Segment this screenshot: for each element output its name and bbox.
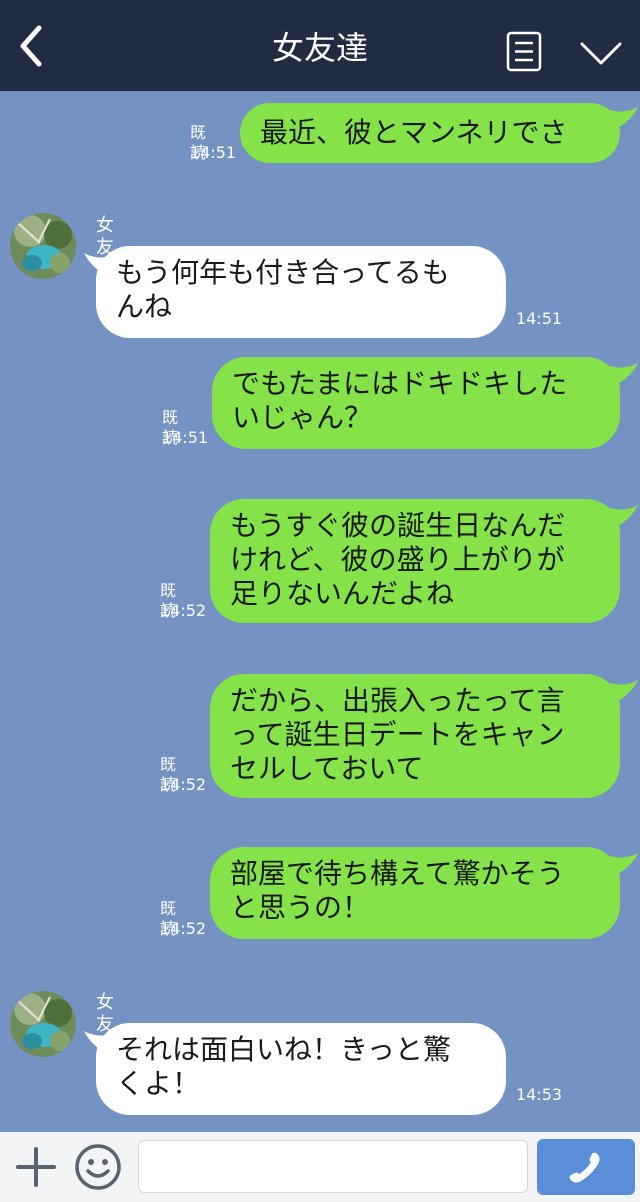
- message-bubble[interactable]: それは面白いね！きっと驚 くよ！: [96, 1023, 506, 1115]
- phone-icon: [569, 1152, 600, 1183]
- chat-area[interactable]: 既読 14:51 最近、彼とマンネリでさ 女友達 もう何年も付き合ってるも んね…: [0, 91, 640, 1132]
- bubble-tail: [606, 680, 638, 704]
- message-bubble[interactable]: もうすぐ彼の誕生日なんだ けれど、彼の盛り上がりが 足りないんだよね: [210, 499, 620, 623]
- chat-header: 女友達: [0, 0, 640, 91]
- bubble-tail: [606, 505, 638, 529]
- smiley-icon: [75, 1144, 121, 1190]
- message-time: 14:53: [516, 1085, 563, 1104]
- message-time: 14:51: [190, 143, 237, 162]
- message-time: 14:52: [160, 601, 207, 620]
- add-button[interactable]: [14, 1145, 58, 1189]
- message-time: 14:51: [162, 428, 209, 447]
- input-bar: [0, 1132, 640, 1202]
- emoji-button[interactable]: [74, 1143, 122, 1191]
- avatar[interactable]: [10, 213, 76, 279]
- message-bubble[interactable]: 部屋で待ち構えて驚かそう と思うの！: [210, 847, 620, 939]
- chevron-down-icon: [580, 42, 622, 65]
- chat-title: 女友達: [271, 29, 368, 67]
- call-button[interactable]: [537, 1139, 635, 1195]
- menu-button[interactable]: [506, 31, 542, 72]
- message-bubble[interactable]: だから、出張入ったって言 って誕生日デートをキャン セルしておいて: [210, 674, 620, 798]
- avatar-photo: [10, 991, 76, 1057]
- message-bubble[interactable]: 最近、彼とマンネリでさ: [240, 103, 620, 163]
- message-time: 14:52: [160, 775, 207, 794]
- list-icon: [506, 31, 542, 72]
- message-bubble[interactable]: もう何年も付き合ってるも んね: [96, 246, 506, 338]
- message-bubble[interactable]: でもたまにはドキドキした いじゃん？: [212, 357, 620, 449]
- dropdown-button[interactable]: [578, 36, 624, 72]
- message-time: 14:52: [160, 919, 207, 938]
- avatar[interactable]: [10, 991, 76, 1057]
- avatar-photo: [10, 213, 76, 279]
- bubble-tail: [606, 107, 638, 131]
- message-input[interactable]: [138, 1140, 528, 1193]
- bubble-tail: [606, 853, 638, 877]
- message-time: 14:51: [516, 309, 563, 328]
- plus-icon: [16, 1147, 56, 1187]
- bubble-tail: [606, 363, 638, 387]
